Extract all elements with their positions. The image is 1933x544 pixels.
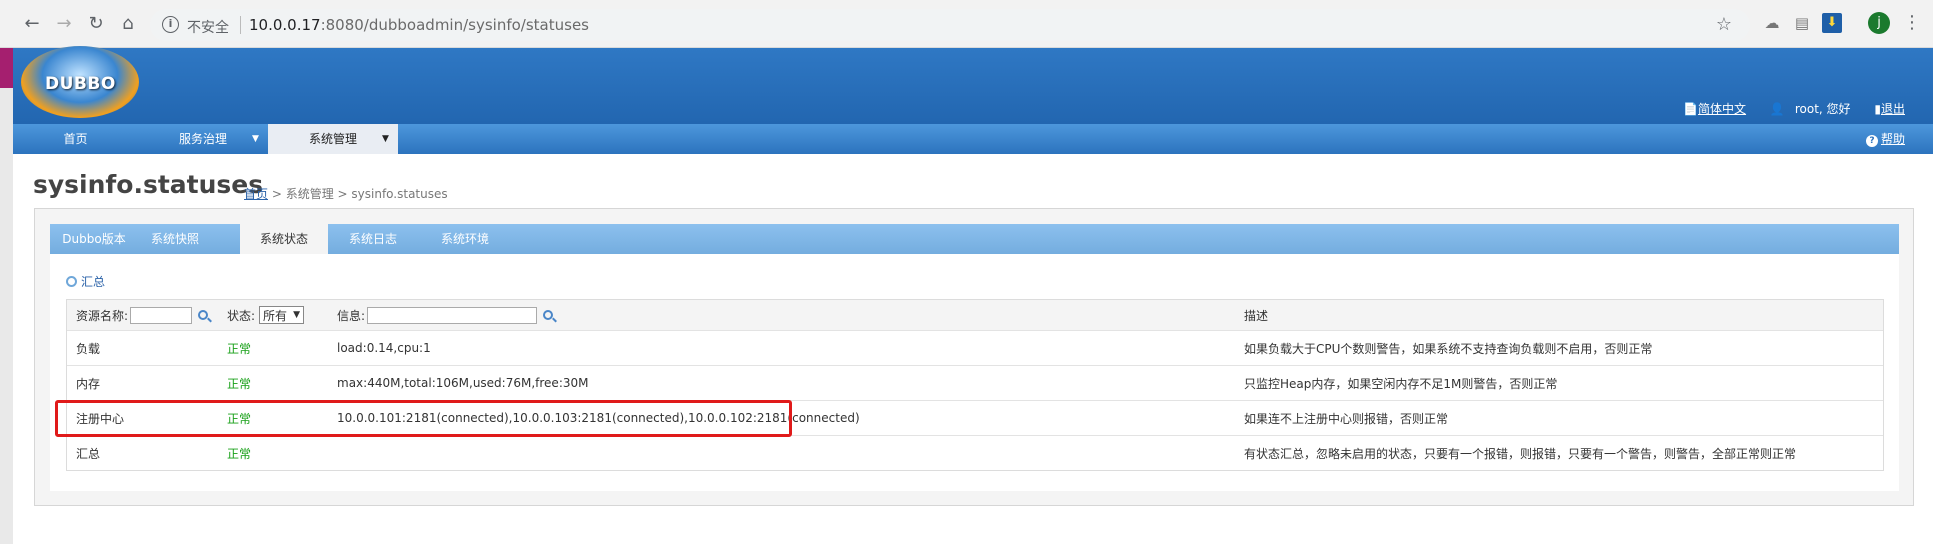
download-extension-icon[interactable]: ⬇ bbox=[1822, 13, 1842, 33]
status-select[interactable]: 所有 ▼ bbox=[259, 306, 304, 324]
row-info: 10.0.0.101:2181(connected),10.0.0.103:21… bbox=[337, 411, 860, 425]
breadcrumb-section: 系统管理 bbox=[285, 187, 334, 201]
user-bar: 📄简体中文 👤 root, 您好 ▮退出 bbox=[1663, 100, 1905, 117]
resource-label: 资源名称: bbox=[76, 308, 129, 323]
user-icon: 👤 bbox=[1769, 102, 1785, 116]
description-header: 描述 bbox=[1244, 308, 1269, 323]
table-row: 汇总 正常 有状态汇总，忽略未启用的状态，只要有一个报错，则报错，只要有一个警告… bbox=[67, 436, 1883, 471]
table-row: 注册中心 正常 10.0.0.101:2181(connected),10.0.… bbox=[67, 401, 1883, 436]
divider bbox=[240, 16, 241, 34]
main-menu: 首页 服务治理 ▼ 系统管理 ▼ ? 帮助 bbox=[13, 124, 1933, 154]
more-menu-icon[interactable]: ⋮ bbox=[1903, 12, 1921, 34]
menu-item-label: 系统管理 bbox=[308, 132, 357, 146]
status-badge: 正常 bbox=[227, 447, 252, 461]
row-description: 只监控Heap内存，如果空闲内存不足1M则警告，否则正常 bbox=[1244, 376, 1558, 391]
breadcrumb-current: sysinfo.statuses bbox=[351, 187, 448, 201]
chevron-down-icon[interactable]: ▼ bbox=[252, 124, 259, 154]
side-window-edge bbox=[0, 48, 13, 544]
page-title: sysinfo.statuses bbox=[33, 170, 264, 199]
chevron-down-icon[interactable]: ▼ bbox=[382, 124, 389, 154]
user-greeting: root, 您好 bbox=[1794, 102, 1851, 116]
summary-link-wrap: 汇总 bbox=[66, 273, 105, 290]
radio-icon bbox=[66, 276, 77, 287]
search-icon[interactable] bbox=[543, 310, 554, 320]
help-link-wrap: ? 帮助 bbox=[1865, 124, 1905, 154]
row-name: 注册中心 bbox=[76, 411, 125, 426]
side-window-accent bbox=[0, 48, 13, 88]
info-icon[interactable]: i bbox=[162, 16, 179, 33]
row-name: 内存 bbox=[76, 376, 101, 391]
tab-content: 汇总 资源名称: 状态: 所有 ▼ 信息: 描述 负载 正常 load:0.14… bbox=[50, 254, 1899, 491]
url-path: :8080/dubboadmin/sysinfo/statuses bbox=[320, 16, 589, 34]
content-panel: Dubbo版本 系统快照 系统状态 系统日志 系统环境 汇总 资源名称: 状态:… bbox=[34, 208, 1914, 506]
user-greeting-wrap: 👤 root, 您好 bbox=[1760, 102, 1851, 116]
table-header: 资源名称: 状态: 所有 ▼ 信息: 描述 bbox=[67, 300, 1883, 331]
resource-filter: 资源名称: bbox=[76, 300, 209, 330]
breadcrumb-separator: > bbox=[333, 187, 352, 201]
url-host: 10.0.0.17 bbox=[249, 16, 321, 34]
row-description: 如果负载大于CPU个数则警告，如果系统不支持查询负载则不启用，否则正常 bbox=[1244, 341, 1653, 356]
table-row: 内存 正常 max:440M,total:106M,used:76M,free:… bbox=[67, 366, 1883, 401]
app-header: DUBBO 📄简体中文 👤 root, 您好 ▮退出 bbox=[13, 46, 1933, 124]
address-bar[interactable]: i 不安全 10.0.0.17:8080/dubboadmin/sysinfo/… bbox=[150, 9, 1750, 41]
url-text[interactable]: 10.0.0.17:8080/dubboadmin/sysinfo/status… bbox=[249, 16, 589, 34]
chevron-down-icon: ▼ bbox=[293, 310, 300, 320]
tab-system-status[interactable]: 系统状态 bbox=[240, 224, 328, 254]
breadcrumb: 首页 > 系统管理 > sysinfo.statuses bbox=[244, 185, 448, 202]
tab-bar: Dubbo版本 系统快照 系统状态 系统日志 系统环境 bbox=[50, 224, 1899, 254]
row-name: 汇总 bbox=[76, 447, 101, 461]
forward-arrow-icon[interactable]: → bbox=[54, 14, 74, 34]
info-filter: 信息: bbox=[337, 300, 554, 330]
home-icon[interactable]: ⌂ bbox=[118, 14, 138, 34]
profile-avatar[interactable]: j bbox=[1868, 12, 1890, 34]
row-info: load:0.14,cpu:1 bbox=[337, 341, 431, 355]
status-table: 资源名称: 状态: 所有 ▼ 信息: 描述 负载 正常 load:0.14,cp… bbox=[66, 299, 1884, 471]
security-label: 不安全 bbox=[187, 20, 229, 36]
row-description: 如果连不上注册中心则报错，否则正常 bbox=[1244, 411, 1449, 426]
info-input[interactable] bbox=[367, 306, 538, 324]
breadcrumb-separator: > bbox=[268, 187, 286, 201]
status-badge: 正常 bbox=[227, 411, 252, 426]
summary-link[interactable]: 汇总 bbox=[81, 275, 105, 289]
reload-icon[interactable]: ↻ bbox=[86, 14, 106, 34]
help-link[interactable]: 帮助 bbox=[1881, 132, 1905, 146]
help-icon: ? bbox=[1865, 135, 1878, 147]
table-row: 负载 正常 load:0.14,cpu:1 如果负载大于CPU个数则警告，如果系… bbox=[67, 331, 1883, 366]
row-description: 有状态汇总，忽略未启用的状态，只要有一个报错，则报错，只要有一个警告，则警告，全… bbox=[1244, 447, 1797, 461]
status-select-value: 所有 bbox=[263, 308, 288, 323]
bookmark-star-icon[interactable]: ☆ bbox=[1716, 14, 1732, 35]
logout-link[interactable]: 退出 bbox=[1881, 102, 1905, 116]
document-icon: 📄 bbox=[1683, 102, 1699, 116]
language-link[interactable]: 简体中文 bbox=[1698, 102, 1746, 116]
status-label: 状态: bbox=[227, 308, 256, 323]
extension-icon[interactable]: ☁ bbox=[1762, 13, 1782, 33]
status-filter: 状态: 所有 ▼ bbox=[227, 300, 304, 330]
language-link-wrap: 📄简体中文 bbox=[1673, 102, 1746, 116]
status-badge: 正常 bbox=[227, 341, 252, 356]
logout-icon: ▮ bbox=[1874, 102, 1881, 116]
search-icon[interactable] bbox=[198, 310, 209, 320]
back-arrow-icon[interactable]: ← bbox=[22, 14, 42, 34]
tab-system-snapshot[interactable]: 系统快照 bbox=[138, 224, 212, 254]
tab-system-environment[interactable]: 系统环境 bbox=[420, 224, 510, 254]
tab-system-log[interactable]: 系统日志 bbox=[336, 224, 410, 254]
menu-item-service-governance[interactable]: 服务治理 bbox=[138, 124, 268, 154]
tab-dubbo-version[interactable]: Dubbo版本 bbox=[50, 224, 138, 254]
resource-name-input[interactable] bbox=[130, 306, 193, 324]
status-badge: 正常 bbox=[227, 376, 252, 391]
extension-icon[interactable]: ▤ bbox=[1792, 13, 1812, 33]
logout-wrap: ▮退出 bbox=[1864, 102, 1905, 116]
row-name: 负载 bbox=[76, 341, 101, 356]
breadcrumb-home[interactable]: 首页 bbox=[244, 187, 268, 201]
info-label: 信息: bbox=[337, 308, 366, 323]
logo-text: DUBBO bbox=[45, 74, 116, 94]
menu-item-system-management[interactable]: 系统管理 bbox=[268, 124, 398, 154]
row-info: max:440M,total:106M,used:76M,free:30M bbox=[337, 376, 589, 390]
browser-toolbar: ← → ↻ ⌂ i 不安全 10.0.0.17:8080/dubboadmin/… bbox=[0, 0, 1933, 48]
menu-item-home[interactable]: 首页 bbox=[13, 124, 138, 154]
